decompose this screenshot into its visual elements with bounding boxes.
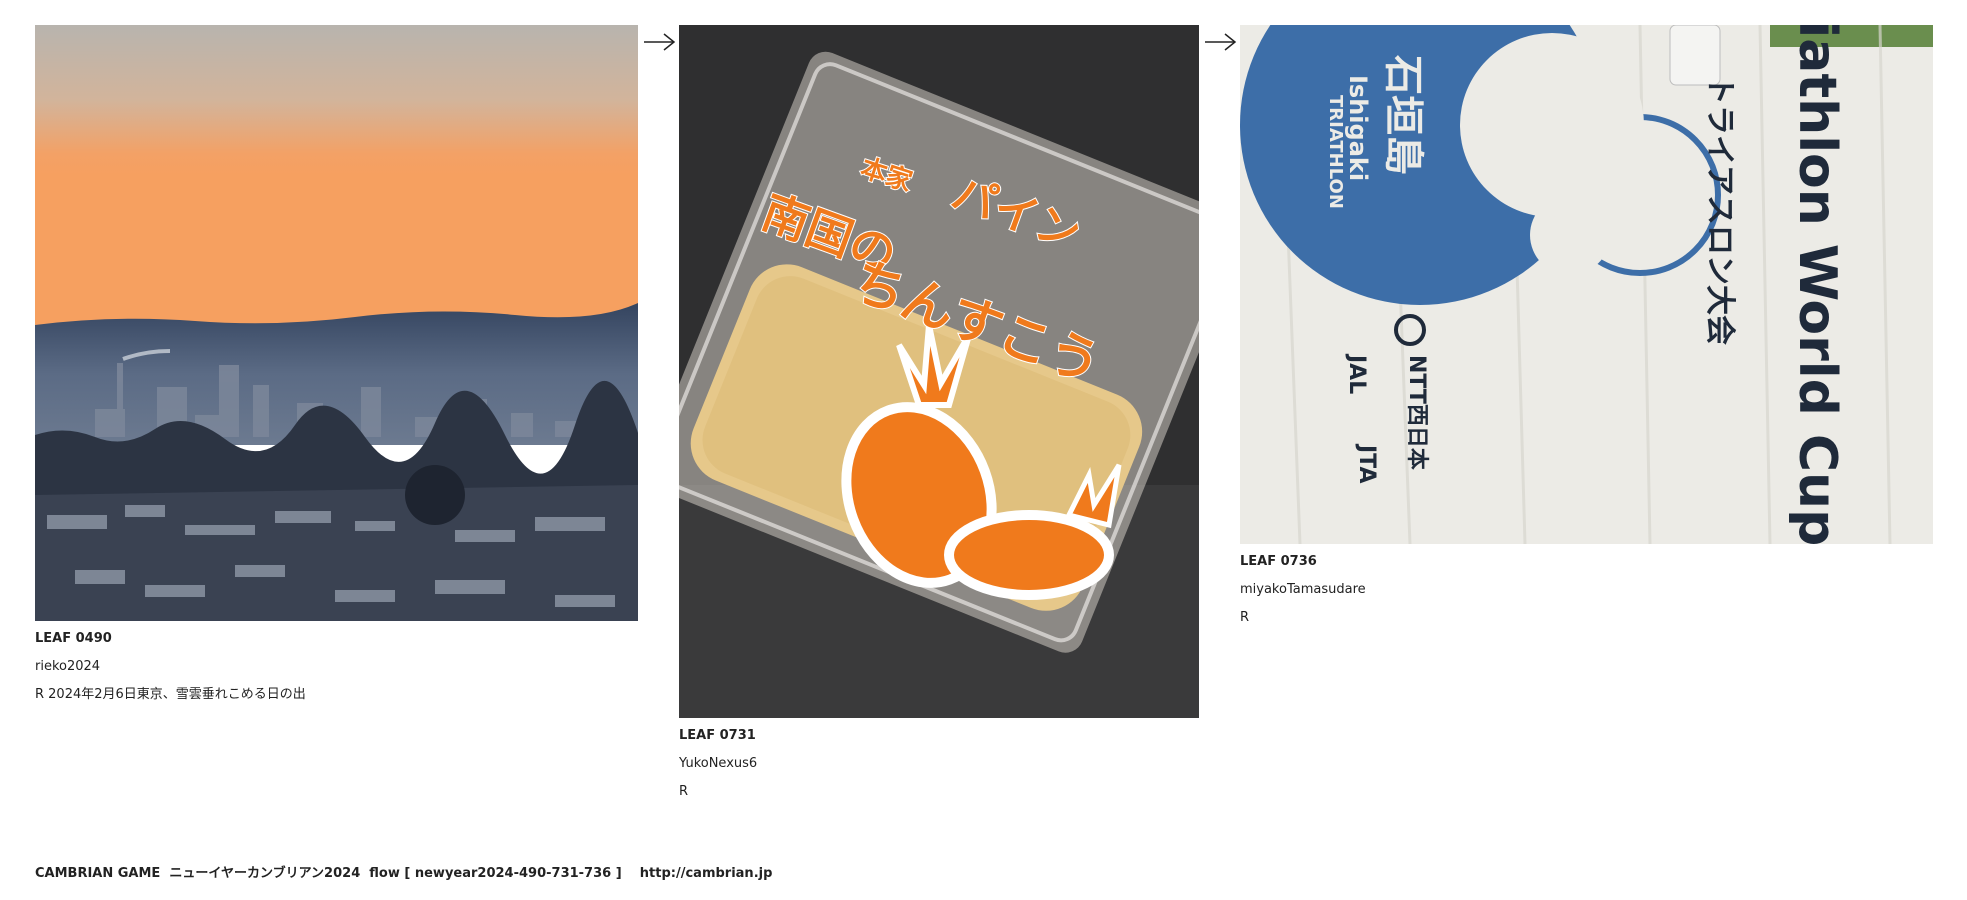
leaf-author[interactable]: YukoNexus6 [679,750,1199,778]
leaf-note: R [679,784,689,799]
leaf-card: 本家 南国の パイン ちんすこう LEAF 0731 YukoNexus6 R [679,25,1199,806]
svg-text:石垣島: 石垣島 [1380,55,1426,175]
arrow-right-icon [1205,33,1237,51]
photo-sunrise-tokyo[interactable] [35,25,638,621]
leaf-id: LEAF 0731 [679,728,756,743]
leaf-author[interactable]: rieko2024 [35,653,638,681]
svg-text:トライアスロン大会: トライアスロン大会 [1702,75,1737,345]
footer-text: CAMBRIAN GAME ニューイヤーカンブリアン2024 flow [ ne… [35,866,640,881]
svg-text:Ishigaki: Ishigaki [1344,75,1372,181]
leaf-note: R [1240,610,1250,625]
footer: CAMBRIAN GAME ニューイヤーカンブリアン2024 flow [ ne… [35,862,772,881]
towel-image: Triathlon World Cup トライアスロン大会 石垣島 Ishiga… [1240,25,1933,544]
photo-triathlon-towel[interactable]: Triathlon World Cup トライアスロン大会 石垣島 Ishiga… [1240,25,1933,544]
svg-text:NTT西日本: NTT西日本 [1404,355,1429,470]
leaf-id: LEAF 0490 [35,631,112,646]
svg-text:JAL: JAL [1344,353,1369,394]
svg-text:JTA: JTA [1354,443,1379,484]
leaf-note: R 2024年2月6日東京、雪雲垂れこめる日の出 [35,687,306,702]
arrow-right-icon [644,33,676,51]
footer-link[interactable]: http://cambrian.jp [640,866,773,881]
chinsuko-image: 本家 南国の パイン ちんすこう [679,25,1199,718]
svg-text:Triathlon World Cup: Triathlon World Cup [1787,25,1847,544]
leaf-id: LEAF 0736 [1240,554,1317,569]
photo-pine-chinsuko[interactable]: 本家 南国の パイン ちんすこう [679,25,1199,718]
leaf-card: Triathlon World Cup トライアスロン大会 石垣島 Ishiga… [1240,25,1933,632]
leaf-card: LEAF 0490 rieko2024 R 2024年2月6日東京、雪雲垂れこめ… [35,25,638,709]
leaf-author[interactable]: miyakoTamasudare [1240,576,1933,604]
sunrise-image [35,25,638,621]
svg-text:TRIATHLON: TRIATHLON [1325,95,1346,209]
